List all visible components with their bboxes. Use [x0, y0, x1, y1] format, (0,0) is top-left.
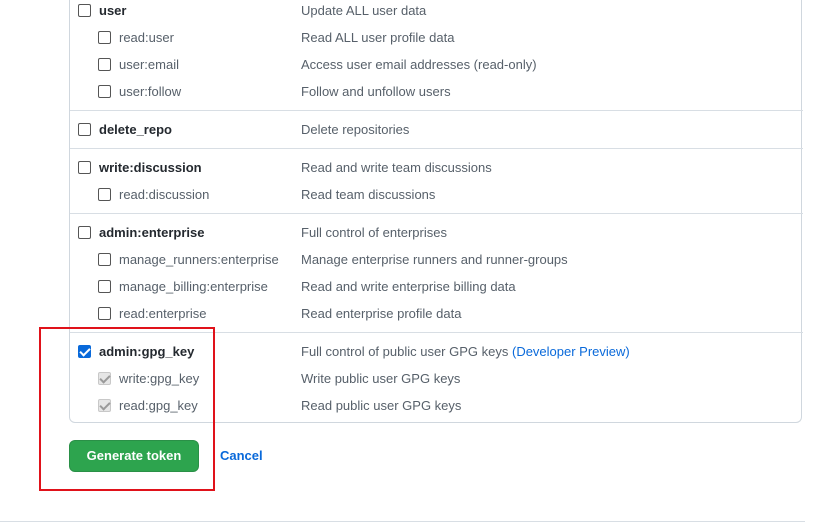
group-divider	[70, 213, 803, 214]
scope-row-read-discussion[interactable]: read:discussion Read team discussions	[0, 185, 831, 205]
scope-description: Read public user GPG keys	[301, 398, 462, 413]
scope-row-user[interactable]: user Update ALL user data	[0, 1, 831, 21]
token-scopes-page: user Update ALL user data read:user Read…	[0, 0, 831, 523]
scope-checkbox-user-follow[interactable]	[98, 85, 111, 98]
scope-row-write-discussion[interactable]: write:discussion Read and write team dis…	[0, 158, 831, 178]
scope-row-read-enterprise[interactable]: read:enterprise Read enterprise profile …	[0, 304, 831, 324]
annotation-highlight-box	[39, 327, 215, 491]
scope-name: read:discussion	[119, 187, 210, 202]
section-divider	[0, 521, 805, 522]
scope-checkbox-user[interactable]	[78, 4, 91, 17]
scope-row-delete-repo[interactable]: delete_repo Delete repositories	[0, 120, 831, 140]
scope-description: Delete repositories	[301, 122, 410, 137]
scope-checkbox-delete-repo[interactable]	[78, 123, 91, 136]
scope-description: Follow and unfollow users	[301, 84, 451, 99]
scope-checkbox-read-user[interactable]	[98, 31, 111, 44]
scope-name: admin:enterprise	[99, 225, 205, 240]
group-divider	[70, 148, 803, 149]
scope-name: read:user	[119, 30, 174, 45]
scope-row-read-user[interactable]: read:user Read ALL user profile data	[0, 28, 831, 48]
scope-description: Read ALL user profile data	[301, 30, 455, 45]
scope-checkbox-read-discussion[interactable]	[98, 188, 111, 201]
cancel-link[interactable]: Cancel	[220, 446, 263, 466]
scope-checkbox-manage-billing-enterprise[interactable]	[98, 280, 111, 293]
scope-description: Write public user GPG keys	[301, 371, 461, 386]
scope-name: manage_runners:enterprise	[119, 252, 279, 267]
scope-name: user:email	[119, 57, 179, 72]
scope-description-wrapper: Full control of public user GPG keys (De…	[301, 342, 630, 362]
scope-checkbox-manage-runners-enterprise[interactable]	[98, 253, 111, 266]
scope-row-user-email[interactable]: user:email Access user email addresses (…	[0, 55, 831, 75]
developer-preview-link[interactable]: (Developer Preview)	[512, 344, 630, 359]
scope-description: Read team discussions	[301, 187, 436, 202]
scope-name: read:enterprise	[119, 306, 207, 321]
scope-name: manage_billing:enterprise	[119, 279, 268, 294]
scope-description: Manage enterprise runners and runner-gro…	[301, 252, 568, 267]
scope-row-admin-enterprise[interactable]: admin:enterprise Full control of enterpr…	[0, 223, 831, 243]
scope-checkbox-admin-enterprise[interactable]	[78, 226, 91, 239]
scope-description: Read and write enterprise billing data	[301, 279, 516, 294]
scope-checkbox-user-email[interactable]	[98, 58, 111, 71]
scope-description: Access user email addresses (read-only)	[301, 57, 537, 72]
scope-row-manage-runners-enterprise[interactable]: manage_runners:enterprise Manage enterpr…	[0, 250, 831, 270]
scope-description: Full control of enterprises	[301, 225, 447, 240]
scope-name: delete_repo	[99, 122, 172, 137]
scope-name: user:follow	[119, 84, 182, 99]
scope-checkbox-read-enterprise[interactable]	[98, 307, 111, 320]
scope-name: write:discussion	[99, 160, 202, 175]
scope-row-manage-billing-enterprise[interactable]: manage_billing:enterprise Read and write…	[0, 277, 831, 297]
scope-row-user-follow[interactable]: user:follow Follow and unfollow users	[0, 82, 831, 102]
scope-description: Full control of public user GPG keys	[301, 344, 509, 359]
scope-name: user	[99, 3, 127, 18]
group-divider	[70, 110, 803, 111]
scope-description: Read and write team discussions	[301, 160, 492, 175]
scope-description: Update ALL user data	[301, 3, 427, 18]
scope-checkbox-write-discussion[interactable]	[78, 161, 91, 174]
scope-description: Read enterprise profile data	[301, 306, 462, 321]
